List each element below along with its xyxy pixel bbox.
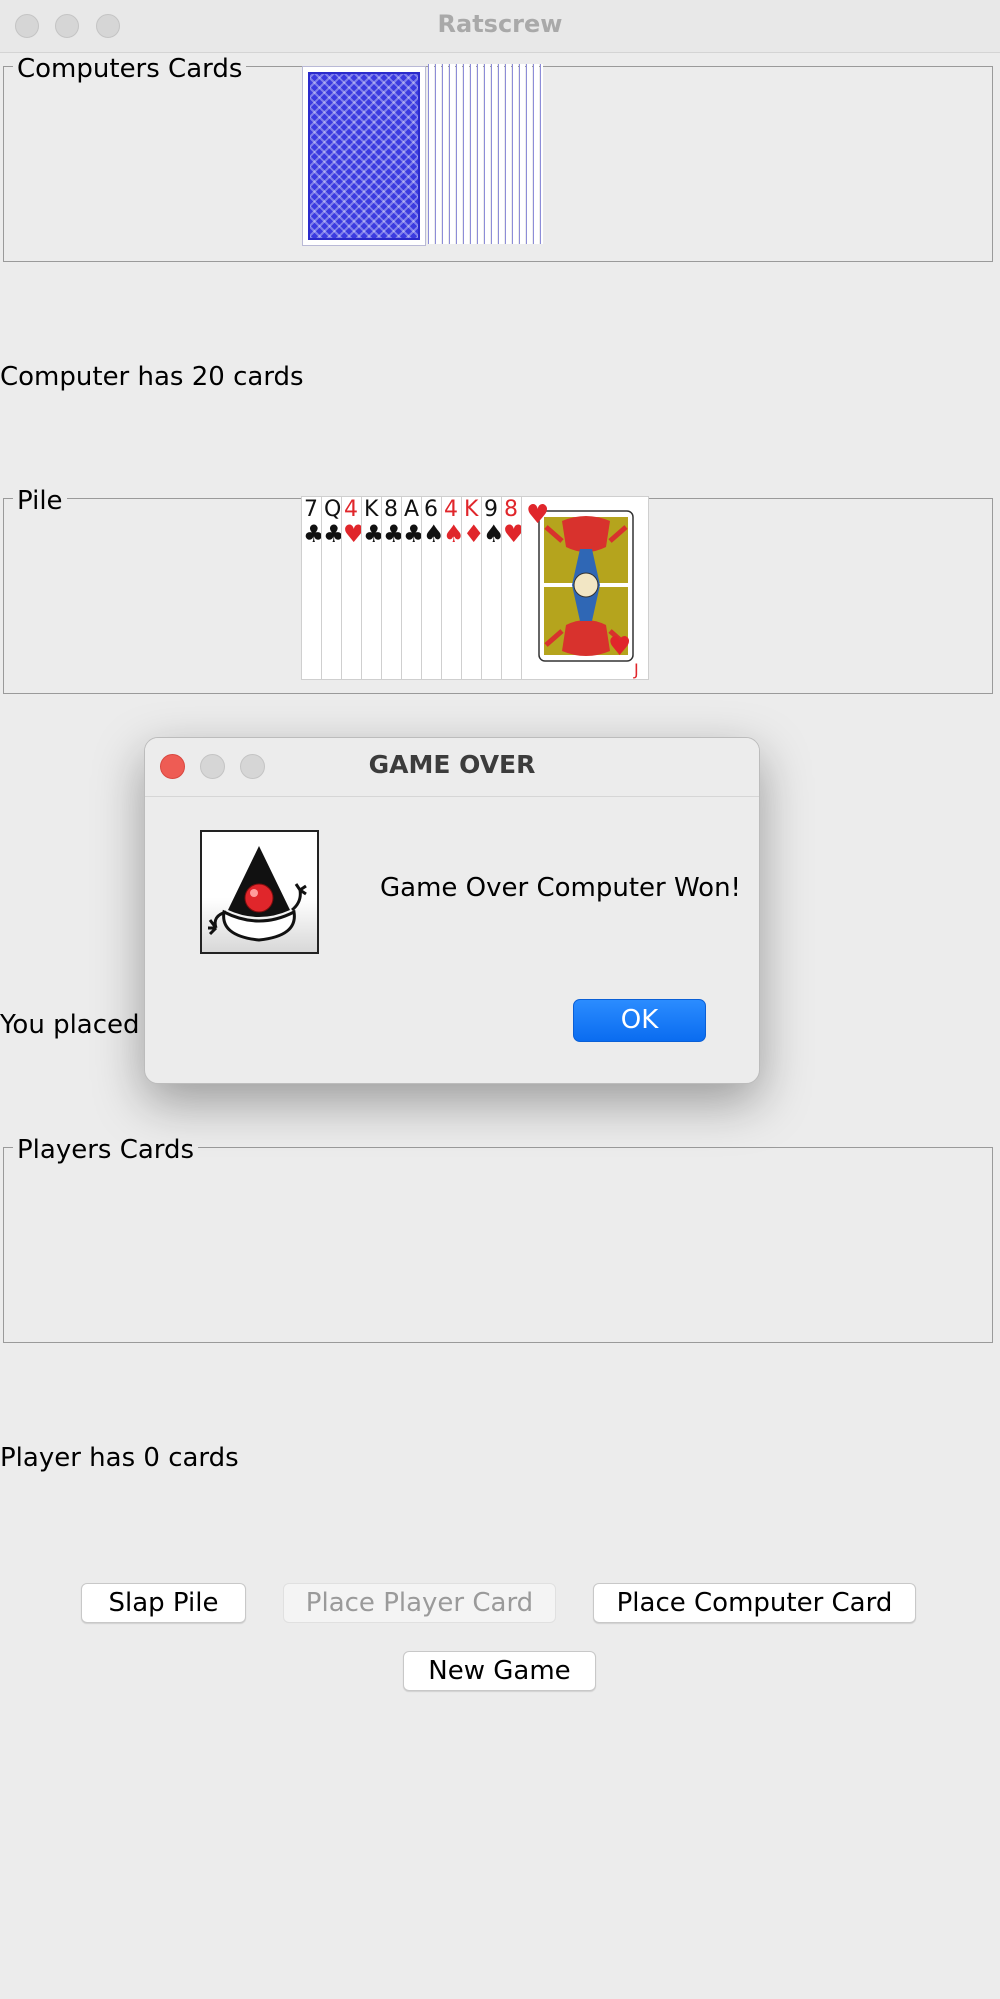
card-rank: 8 <box>504 497 518 522</box>
card-edge <box>491 64 497 244</box>
card-edge <box>470 64 476 244</box>
title-bar: Ratscrew <box>0 0 1000 53</box>
card-rank: 4 <box>344 497 358 522</box>
card-edge <box>456 64 462 244</box>
card-edge <box>505 64 511 244</box>
svg-text:♥: ♥ <box>526 500 549 530</box>
last-move-text: You placed <box>0 1010 140 1040</box>
card-edge <box>435 64 441 244</box>
pile-panel-title: Pile <box>13 486 67 516</box>
card-edge <box>463 64 469 244</box>
card-edge <box>540 64 543 244</box>
dialog-title: GAME OVER <box>368 750 536 779</box>
dialog-message: Game Over Computer Won! <box>380 873 741 903</box>
card-back-pattern <box>308 72 420 240</box>
card-rank: 4 <box>444 497 458 522</box>
computer-cards-panel-title: Computers Cards <box>13 54 247 84</box>
ok-button[interactable]: OK <box>573 999 706 1042</box>
card-edge <box>512 64 518 244</box>
card-rank: A <box>404 497 420 522</box>
card-rank: 9 <box>484 497 498 522</box>
new-game-button[interactable]: New Game <box>403 1651 596 1691</box>
card-rank: 7 <box>304 497 318 522</box>
slap-pile-button[interactable]: Slap Pile <box>81 1583 246 1623</box>
pile-top-card[interactable]: ♥ ♥ J <box>521 496 649 680</box>
card-edge <box>526 64 532 244</box>
card-rank: Q <box>324 497 342 522</box>
player-cards-panel <box>3 1147 993 1343</box>
place-player-card-button[interactable]: Place Player Card <box>283 1583 556 1623</box>
card-edge <box>428 64 434 244</box>
game-over-dialog: GAME OVER Game Over Computer Won! OK <box>144 737 760 1084</box>
card-edge <box>477 64 483 244</box>
computer-card-count: Computer has 20 cards <box>0 362 304 392</box>
svg-text:J: J <box>633 660 639 679</box>
player-card-count: Player has 0 cards <box>0 1443 239 1473</box>
card-edge <box>533 64 539 244</box>
dialog-title-bar: GAME OVER <box>145 738 759 797</box>
card-edge <box>484 64 490 244</box>
card-rank: 6 <box>424 497 438 522</box>
jack-of-hearts-icon: ♥ ♥ J <box>526 500 639 679</box>
card-edge <box>498 64 504 244</box>
card-edge <box>449 64 455 244</box>
card-back <box>302 66 426 246</box>
player-cards-panel-title: Players Cards <box>13 1135 199 1165</box>
card-rank: 8 <box>384 497 398 522</box>
card-rank: K <box>364 497 379 522</box>
svg-text:♥: ♥ <box>608 632 631 662</box>
place-computer-card-button[interactable]: Place Computer Card <box>593 1583 916 1623</box>
card-edge <box>519 64 525 244</box>
card-edge <box>442 64 448 244</box>
window-title: Ratscrew <box>437 10 563 38</box>
java-duke-icon <box>200 830 319 954</box>
card-rank: K <box>464 497 479 522</box>
